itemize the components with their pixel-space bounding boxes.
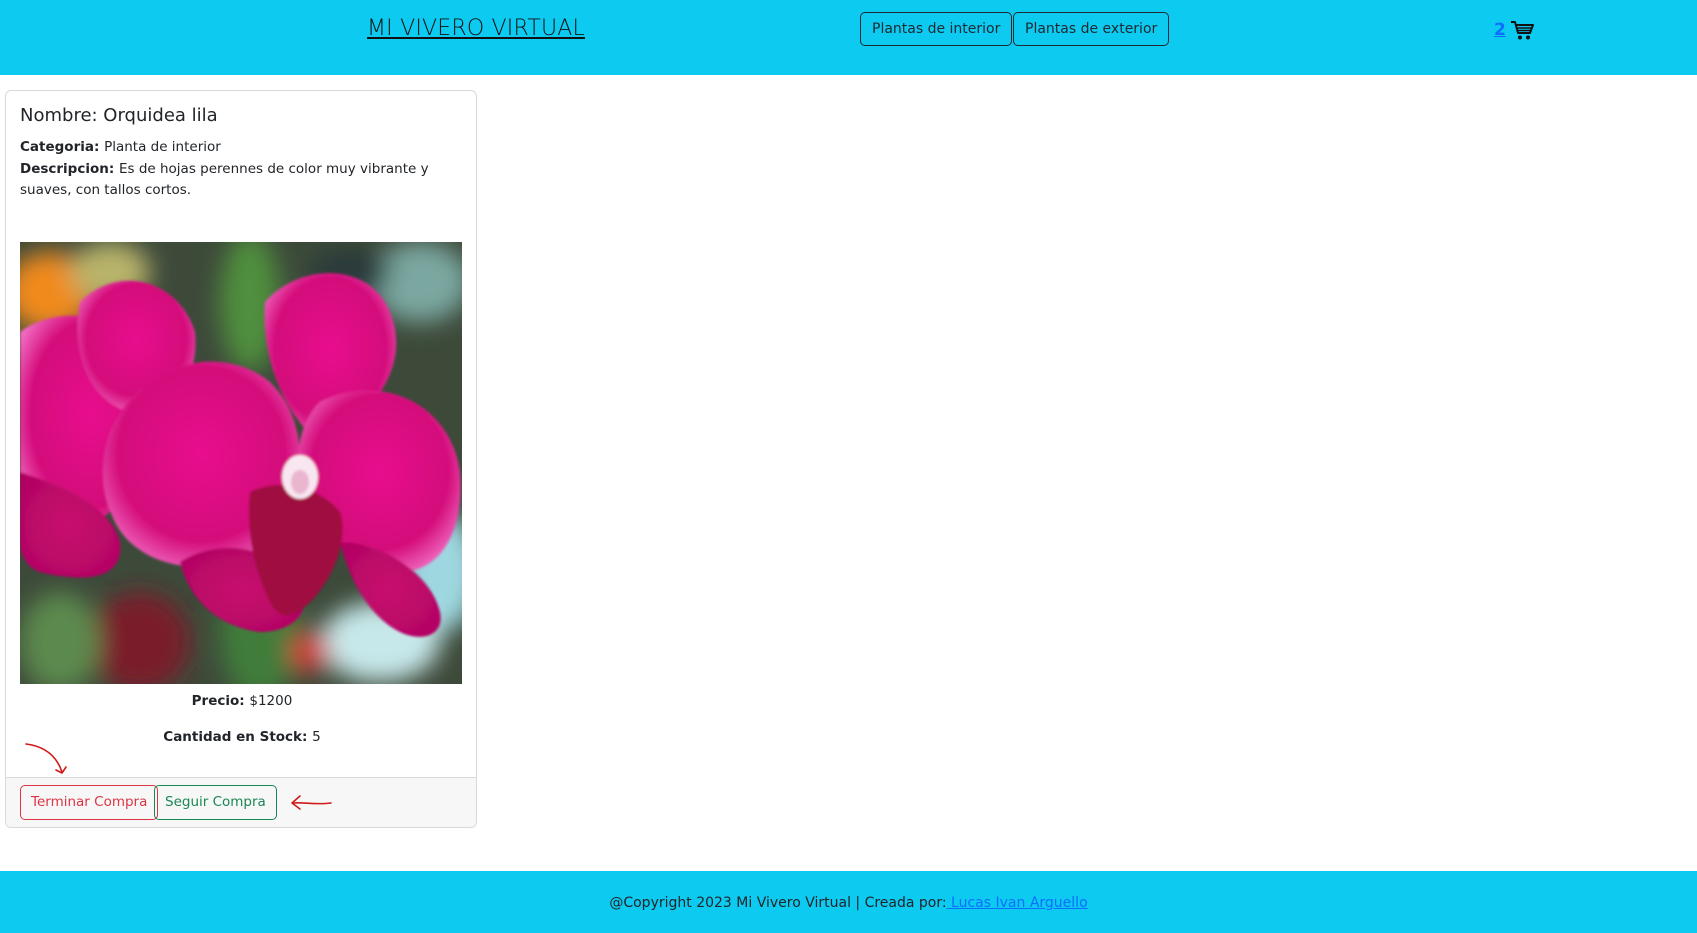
price-value: $1200 [249, 693, 293, 709]
terminar-compra-button[interactable]: Terminar Compra [20, 785, 159, 820]
category-row: Categoria: Planta de interior [20, 137, 460, 159]
category-label: Categoria: [20, 139, 105, 155]
stock-value: 5 [312, 729, 321, 745]
stock-row: Cantidad en Stock: 5 [6, 729, 476, 745]
cart-count: 2 [1494, 20, 1506, 40]
brand-link[interactable]: MI VIVERO VIRTUAL [367, 16, 585, 41]
copyright-text: @Copyright 2023 Mi Vivero Virtual | Crea… [609, 895, 947, 911]
cart-link[interactable]: 2 [1494, 17, 1534, 43]
nav-plantas-exterior-button[interactable]: Plantas de exterior [1013, 12, 1170, 46]
shopping-cart-icon [1510, 21, 1534, 40]
card-footer: Terminar Compra Seguir Compra [6, 777, 476, 827]
footer-text: @Copyright 2023 Mi Vivero Virtual | Crea… [0, 895, 1697, 911]
category-value: Planta de interior [104, 139, 221, 155]
price-label: Precio: [191, 693, 250, 709]
navbar: MI VIVERO VIRTUAL Plantas de interior Pl… [0, 0, 1697, 75]
product-details: Categoria: Planta de interior Descripcio… [20, 137, 460, 202]
orchid-photo [20, 242, 462, 684]
description-row: Descripcion: Es de hojas perennes de col… [20, 159, 460, 202]
product-card: Nombre: Orquidea lila Categoria: Planta … [5, 90, 477, 828]
seguir-compra-button[interactable]: Seguir Compra [154, 785, 277, 820]
price-row: Precio: $1200 [6, 693, 476, 709]
author-link[interactable]: Lucas Ivan Arguello [947, 895, 1088, 911]
curved-arrow-icon [25, 743, 67, 774]
description-label: Descripcion: [20, 160, 119, 177]
product-title: Nombre: Orquidea lila [20, 105, 218, 126]
nav-plantas-interior-button[interactable]: Plantas de interior [860, 12, 1013, 46]
left-arrow-icon [291, 795, 332, 810]
site-footer: @Copyright 2023 Mi Vivero Virtual | Crea… [0, 871, 1697, 933]
stock-label: Cantidad en Stock: [163, 729, 313, 745]
